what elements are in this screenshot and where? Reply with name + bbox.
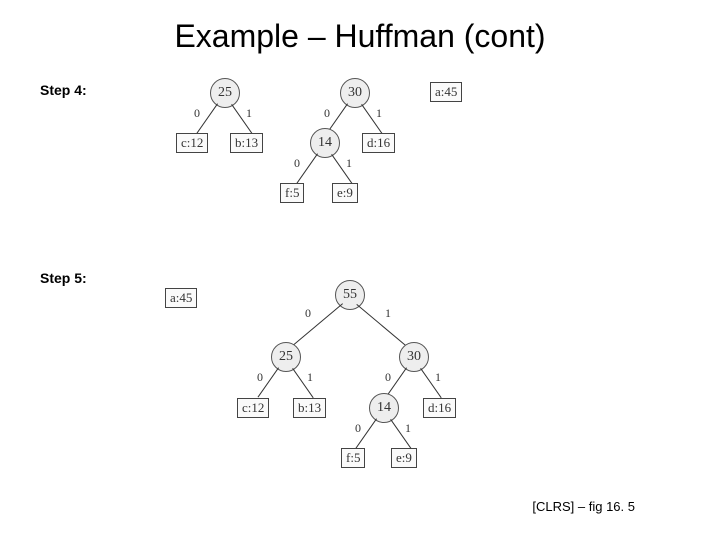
node-25-s5: 25 [271,342,301,372]
node-c12-s5: c:12 [237,398,269,418]
edge-55-25 [289,303,343,349]
node-a45: a:45 [430,82,462,102]
node-d16-s5: d:16 [423,398,456,418]
elabel-25-l-s5: 0 [257,370,263,385]
elabel-55-r: 1 [385,306,391,321]
elabel-14-l-s5: 0 [355,421,361,436]
elabel-30-l: 0 [324,106,330,121]
node-b13-s5: b:13 [293,398,326,418]
node-f5: f:5 [280,183,304,203]
elabel-25-r: 1 [246,106,252,121]
page-title: Example – Huffman (cont) [0,0,720,55]
elabel-30-r: 1 [376,106,382,121]
elabel-30-l-s5: 0 [385,370,391,385]
step4-diagram: a:45 25 0 1 c:12 b:13 30 0 1 d:16 14 0 1… [150,78,580,238]
node-a45-s5: a:45 [165,288,197,308]
node-30: 30 [340,78,370,108]
node-c12: c:12 [176,133,208,153]
elabel-25-l: 0 [194,106,200,121]
node-e9: e:9 [332,183,358,203]
node-25: 25 [210,78,240,108]
elabel-55-l: 0 [305,306,311,321]
elabel-14-r: 1 [346,156,352,171]
node-b13: b:13 [230,133,263,153]
node-30-s5: 30 [399,342,429,372]
step4-label: Step 4: [40,82,87,98]
node-14: 14 [310,128,340,158]
elabel-25-r-s5: 1 [307,370,313,385]
node-f5-s5: f:5 [341,448,365,468]
step5-diagram: a:45 55 0 1 25 0 1 c:12 b:13 30 0 1 d:16… [145,280,575,510]
node-e9-s5: e:9 [391,448,417,468]
elabel-14-r-s5: 1 [405,421,411,436]
edge-55-30 [356,304,410,350]
elabel-14-l: 0 [294,156,300,171]
step5-label: Step 5: [40,270,87,286]
elabel-30-r-s5: 1 [435,370,441,385]
node-d16: d:16 [362,133,395,153]
node-14-s5: 14 [369,393,399,423]
